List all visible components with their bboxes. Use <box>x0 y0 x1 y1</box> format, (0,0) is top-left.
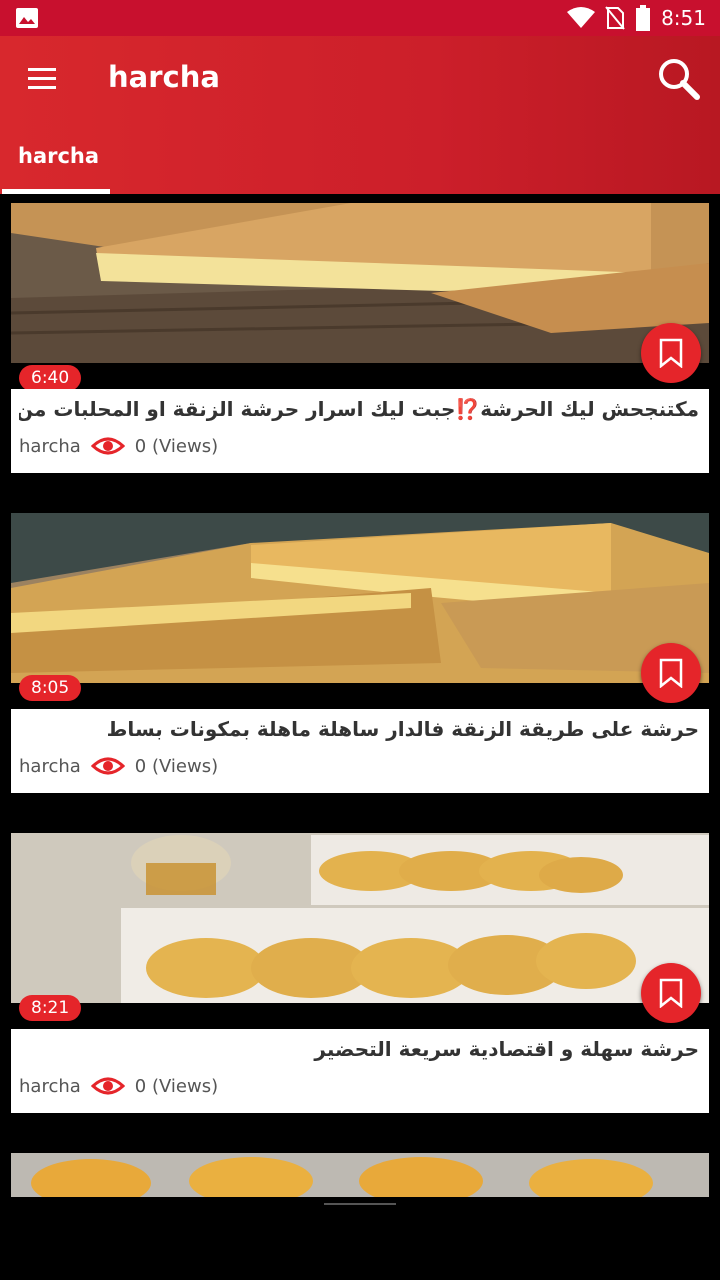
video-card[interactable]: 6:40 مكتنجحش ليك الحرشة⁉️جبت ليك اسرار ح… <box>11 203 709 474</box>
views-eye-icon <box>90 757 125 775</box>
video-thumbnail[interactable] <box>11 203 709 363</box>
video-title[interactable]: حرشة سهلة و اقتصادية سريعة التحضير <box>19 1037 699 1061</box>
view-count: 0 (Views) <box>134 435 219 457</box>
page-title: harcha <box>108 60 220 94</box>
video-thumbnail[interactable] <box>11 513 709 683</box>
views-eye-icon <box>90 437 125 455</box>
video-meta: harcha 0 (Views) <box>19 755 218 777</box>
video-title[interactable]: حرشة على طريقة الزنقة فالدار ساهلة ماهلة… <box>19 717 699 741</box>
video-list[interactable]: 6:40 مكتنجحش ليك الحرشة⁉️جبت ليك اسرار ح… <box>0 194 720 1280</box>
video-duration: 6:40 <box>19 365 82 391</box>
bookmark-icon <box>659 338 683 368</box>
status-bar: 8:51 <box>0 0 720 36</box>
bookmark-button[interactable] <box>641 323 701 383</box>
bookmark-button[interactable] <box>641 643 701 703</box>
video-meta: harcha 0 (Views) <box>19 1075 218 1097</box>
channel-name: harcha <box>19 435 81 457</box>
clock: 8:51 <box>661 6 706 30</box>
video-info[interactable]: حرشة على طريقة الزنقة فالدار ساهلة ماهلة… <box>11 709 709 793</box>
bookmark-button[interactable] <box>641 963 701 1023</box>
video-info[interactable]: حرشة سهلة و اقتصادية سريعة التحضير harch… <box>11 1029 709 1113</box>
app-bar: harcha harcha <box>0 36 720 194</box>
wifi-icon <box>567 7 596 28</box>
scroll-handle <box>324 1203 396 1205</box>
views-eye-icon <box>90 1077 125 1095</box>
bookmark-icon <box>659 978 683 1008</box>
view-count: 0 (Views) <box>134 1075 219 1097</box>
image-notification-icon <box>16 8 38 28</box>
video-info[interactable]: مكتنجحش ليك الحرشة⁉️جبت ليك اسرار حرشة ا… <box>11 389 709 473</box>
battery-icon <box>636 5 651 31</box>
channel-name: harcha <box>19 1075 81 1097</box>
video-card[interactable]: 8:21 حرشة سهلة و اقتصادية سريعة التحضير … <box>11 833 709 1114</box>
video-title[interactable]: مكتنجحش ليك الحرشة⁉️جبت ليك اسرار حرشة ا… <box>19 397 699 421</box>
menu-icon[interactable] <box>22 62 62 96</box>
video-duration: 8:05 <box>19 675 82 701</box>
video-thumbnail[interactable] <box>11 1153 709 1197</box>
search-icon[interactable] <box>656 56 702 102</box>
video-duration: 8:21 <box>19 995 82 1021</box>
tab-label: harcha <box>18 144 100 168</box>
no-sim-icon <box>605 6 625 30</box>
video-thumbnail[interactable] <box>11 833 709 1003</box>
video-card[interactable]: 8:05 حرشة على طريقة الزنقة فالدار ساهلة … <box>11 513 709 794</box>
channel-name: harcha <box>19 755 81 777</box>
bookmark-icon <box>659 658 683 688</box>
video-meta: harcha 0 (Views) <box>19 435 218 457</box>
view-count: 0 (Views) <box>134 755 219 777</box>
video-card[interactable] <box>11 1153 709 1197</box>
tab-harcha[interactable]: harcha <box>2 136 110 194</box>
